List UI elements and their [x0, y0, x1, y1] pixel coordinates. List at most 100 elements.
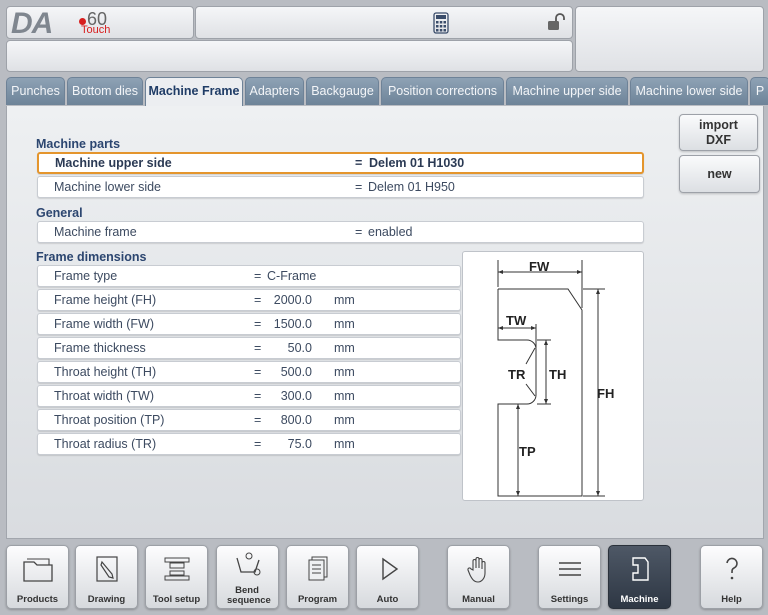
section-frame-dimensions: Frame dimensions: [36, 250, 147, 264]
row-equals: =: [355, 225, 363, 239]
row-unit: mm: [334, 389, 355, 403]
nav-label: Tool setup: [152, 594, 201, 605]
nav-tool-setup[interactable]: Tool setup: [145, 545, 208, 609]
bottom-nav: Products Drawing Tool setup Bend sequenc…: [0, 542, 768, 615]
machine-frame-icon: [609, 554, 670, 589]
nav-machine[interactable]: Machine: [608, 545, 671, 609]
row-unit: mm: [334, 317, 355, 331]
nav-bend-sequence[interactable]: Bend sequence: [216, 545, 279, 609]
nav-help[interactable]: Help: [700, 545, 763, 609]
row-machine-frame[interactable]: Machine frame = enabled: [37, 221, 644, 243]
diagram-label-fh: FH: [597, 386, 614, 401]
row-value: 2000.0: [273, 293, 312, 307]
row-equals: =: [254, 413, 262, 427]
row-frame-width[interactable]: Frame width (FW) = 1500.0 mm: [37, 313, 461, 335]
folder-icon: [7, 554, 68, 589]
row-frame-thickness[interactable]: Frame thickness = 50.0 mm: [37, 337, 461, 359]
section-general: General: [36, 206, 83, 220]
row-throat-width[interactable]: Throat width (TW) = 300.0 mm: [37, 385, 461, 407]
tab-machine-lower-side[interactable]: Machine lower side: [630, 77, 748, 105]
bend-sequence-icon: [217, 550, 278, 585]
logo-variant: Touch: [81, 24, 111, 36]
tool-setup-icon: [146, 554, 207, 589]
new-button[interactable]: new: [679, 155, 760, 193]
row-value: 800.0: [280, 413, 312, 427]
row-label: Throat position (TP): [54, 413, 165, 427]
tab-more[interactable]: P: [750, 77, 768, 105]
row-machine-lower-side[interactable]: Machine lower side = Delem 01 H950: [37, 176, 644, 198]
row-value: C-Frame: [267, 269, 317, 283]
diagram-label-tp: TP: [519, 444, 536, 459]
tab-bar: Punches Bottom dies Machine Frame Adapte…: [0, 77, 768, 108]
row-label: Throat width (TW): [54, 389, 155, 403]
import-dxf-line1: import: [699, 118, 738, 132]
message-bar: [6, 40, 573, 72]
nav-products[interactable]: Products: [6, 545, 69, 609]
row-machine-upper-side[interactable]: Machine upper side = Delem 01 H1030: [37, 152, 644, 174]
row-equals: =: [254, 437, 262, 451]
row-equals: =: [254, 269, 262, 283]
row-unit: mm: [334, 365, 355, 379]
row-value: enabled: [368, 225, 413, 239]
row-label: Throat height (TH): [54, 365, 157, 379]
nav-drawing[interactable]: Drawing: [75, 545, 138, 609]
row-equals: =: [254, 293, 262, 307]
row-equals: =: [254, 341, 262, 355]
row-frame-type[interactable]: Frame type = C-Frame: [37, 265, 461, 287]
nav-settings[interactable]: Settings: [538, 545, 601, 609]
row-unit: mm: [334, 341, 355, 355]
nav-label: Settings: [550, 594, 589, 605]
tab-backgauge[interactable]: Backgauge: [306, 77, 379, 105]
diagram-label-th: TH: [549, 367, 566, 382]
import-dxf-button[interactable]: import DXF: [679, 114, 758, 151]
tab-machine-upper-side[interactable]: Machine upper side: [506, 77, 628, 105]
nav-label: Drawing: [87, 594, 126, 605]
row-unit: mm: [334, 293, 355, 307]
row-label: Frame height (FH): [54, 293, 157, 307]
row-throat-radius[interactable]: Throat radius (TR) = 75.0 mm: [37, 433, 461, 455]
row-label: Frame width (FW): [54, 317, 154, 331]
row-unit: mm: [334, 437, 355, 451]
nav-auto[interactable]: Auto: [356, 545, 419, 609]
row-throat-height[interactable]: Throat height (TH) = 500.0 mm: [37, 361, 461, 383]
import-dxf-line2: DXF: [706, 133, 731, 147]
status-bar: [195, 6, 573, 39]
tab-bottom-dies[interactable]: Bottom dies: [67, 77, 143, 105]
row-equals: =: [355, 180, 363, 194]
row-equals: =: [254, 389, 262, 403]
nav-label: Auto: [376, 594, 399, 605]
row-frame-height[interactable]: Frame height (FH) = 2000.0 mm: [37, 289, 461, 311]
info-panel: [575, 6, 764, 72]
row-value: 50.0: [287, 341, 312, 355]
row-equals: =: [254, 317, 262, 331]
row-value: Delem 01 H950: [368, 180, 455, 194]
row-equals: =: [254, 365, 262, 379]
row-label: Machine upper side: [55, 156, 172, 170]
diagram-label-tr: TR: [508, 367, 526, 382]
nav-label: Bend sequence: [227, 585, 271, 606]
unlock-icon[interactable]: [546, 12, 566, 37]
row-value: 1500.0: [273, 317, 312, 331]
pencil-icon: [76, 554, 137, 589]
diagram-label-tw: TW: [506, 313, 527, 328]
tab-machine-frame[interactable]: Machine Frame: [145, 77, 243, 108]
tab-position-corrections[interactable]: Position corrections: [381, 77, 504, 105]
section-machine-parts: Machine parts: [36, 137, 121, 151]
nav-label: Program: [297, 594, 338, 605]
hand-icon: [448, 554, 509, 589]
nav-manual[interactable]: Manual: [447, 545, 510, 609]
row-equals: =: [355, 156, 363, 170]
row-value: 75.0: [287, 437, 312, 451]
nav-program[interactable]: Program: [286, 545, 349, 609]
row-label: Machine lower side: [54, 180, 161, 194]
tab-adapters[interactable]: Adapters: [245, 77, 304, 105]
row-value: 300.0: [280, 389, 312, 403]
question-icon: [701, 554, 762, 589]
calculator-icon[interactable]: [433, 12, 449, 39]
pages-icon: [287, 554, 348, 589]
nav-label: Products: [16, 594, 59, 605]
tab-punches[interactable]: Punches: [6, 77, 65, 105]
nav-label: Manual: [462, 594, 495, 605]
row-throat-position[interactable]: Throat position (TP) = 800.0 mm: [37, 409, 461, 431]
row-value: 500.0: [280, 365, 312, 379]
